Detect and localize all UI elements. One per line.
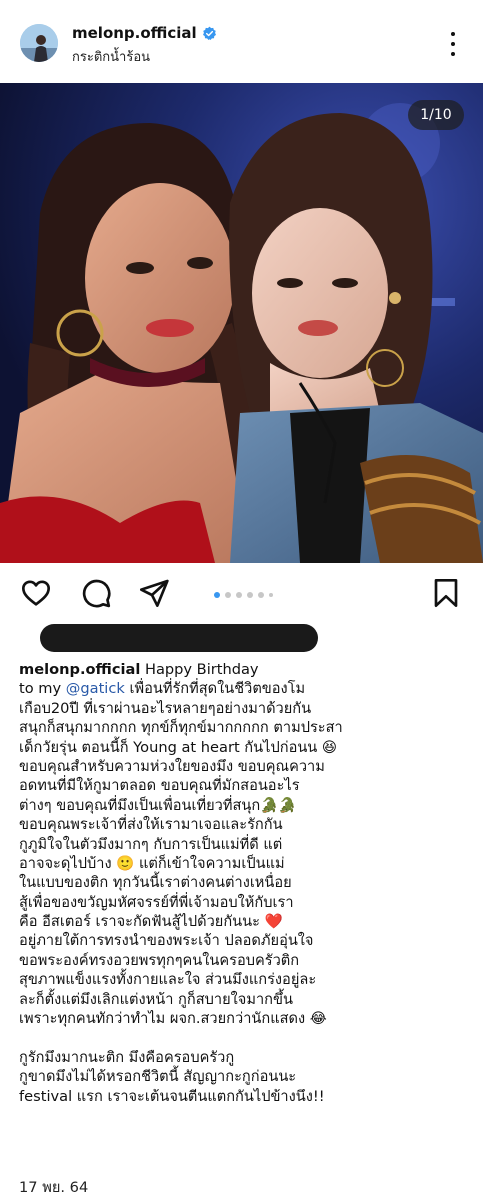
caption-line: ขอบคุณพระเจ้าที่ส่งให้เรามาเจอและรักกัน — [19, 816, 283, 834]
caption-line: คือ อีสเตอร์ เราจะกัดฟันสู้ไปด้วยกันนะ ❤… — [19, 913, 283, 931]
caption-line: อาจจะดุไปบ้าง 🙂 แต่ก็เข้าใจความเป็นแม่ — [19, 854, 285, 872]
post-photo-image — [0, 83, 483, 563]
caption-line: อดทนที่มีให้กูมาตลอด ขอบคุณที่มักสอนอะไร — [19, 777, 300, 795]
caption-line: ต่างๆ ขอบคุณที่มึงเป็นเพื่อนเที่ยวที่สนุ… — [19, 796, 297, 814]
post-location[interactable]: กระติกน้ำร้อน — [72, 46, 150, 67]
carousel-dot — [225, 592, 231, 598]
carousel-indicator — [214, 592, 273, 598]
carousel-dot — [247, 592, 253, 598]
heart-icon[interactable] — [20, 577, 52, 609]
post-username[interactable]: melonp.official — [72, 24, 197, 42]
caption-line: สนุกก็สนุกมากกกก ทุกข์ก็ทุกข์มากกกกก ตาม… — [19, 719, 343, 737]
caption-line: กูขาดมึงไม่ได้หรอกชีวิตนี้ สัญญากะกูก่อน… — [19, 1068, 297, 1086]
more-options-icon[interactable] — [443, 28, 463, 60]
caption-line: ขอพระองค์ทรงอวยพรทุกๆคนในครอบครัวติก — [19, 951, 300, 969]
caption-line: เกือบ20ปี ที่เราผ่านอะไรหลายๆอย่างมาด้วย… — [19, 699, 312, 717]
mention-link[interactable]: @gatick — [66, 680, 125, 697]
caption-line: festival แรก เราจะเต้นจนตีนแตกกันไปข้างน… — [19, 1087, 325, 1105]
redacted-likes-bar — [40, 624, 318, 652]
caption-text: Happy Birthday — [140, 661, 259, 678]
caption-first-line: melonp.official Happy Birthday — [19, 660, 469, 679]
verified-badge-icon — [202, 26, 216, 40]
caption-line: เด็กวัยรุ่น ตอนนี้ก็ Young at heart กันไ… — [19, 738, 338, 756]
caption-line: อยู่ภายใต้การทรงนำของพระเจ้า ปลอดภัยอุ่น… — [19, 932, 314, 950]
post-date: 17 พย. 64 — [19, 1179, 89, 1196]
caption-username[interactable]: melonp.official — [19, 661, 140, 678]
caption-line: สุขภาพแข็งแรงทั้งกายและใจ ส่วนมึงแกร่งอย… — [19, 971, 317, 989]
post-caption: melonp.official Happy Birthday to my @ga… — [19, 660, 469, 1106]
carousel-dot — [269, 593, 273, 597]
avatar-image — [20, 24, 58, 62]
caption-line: ขอบคุณสำหรับความห่วงใยของมึง ขอบคุณความ — [19, 757, 325, 775]
carousel-dot — [214, 592, 220, 598]
caption-line: กูรักมึงมากนะติก มึงคือครอบครัวกู — [19, 1048, 235, 1066]
caption-line — [19, 1028, 469, 1047]
bookmark-icon[interactable] — [430, 577, 462, 609]
caption-line: เพราะทุกคนทักว่าทำไม ผจก.สวยกว่านักแสดง … — [19, 1010, 327, 1028]
caption-text: เพื่อนที่รักที่สุดในชีวิตของโม — [124, 680, 306, 698]
post-photo[interactable]: 1/10 — [0, 83, 483, 563]
avatar[interactable] — [20, 24, 58, 62]
caption-second-line: to my @gatick เพื่อนที่รักที่สุดในชีวิตข… — [19, 679, 469, 698]
caption-line: ละก็ตั้งแต่มึงเลิกแต่งหน้า กูก็สบายใจมาก… — [19, 990, 293, 1008]
comment-icon[interactable] — [80, 577, 112, 609]
image-counter: 1/10 — [408, 100, 464, 130]
carousel-dot — [236, 592, 242, 598]
carousel-dot — [258, 592, 264, 598]
caption-line: กูภูมิใจในตัวมึงมากๆ กับการเป็นแม่ที่ดี … — [19, 835, 283, 853]
post-header: melonp.official กระติกน้ำร้อน — [0, 0, 483, 86]
caption-line: ในแบบของติก ทุกวันนี้เราต่างคนต่างเหนื่อ… — [19, 874, 292, 892]
post-actions — [0, 563, 483, 623]
caption-line: สู้เพื่อของขวัญมหัศจรรย์ที่พี่เจ้ามอบให้… — [19, 893, 294, 911]
caption-text: to my — [19, 680, 66, 698]
send-icon[interactable] — [138, 577, 170, 609]
